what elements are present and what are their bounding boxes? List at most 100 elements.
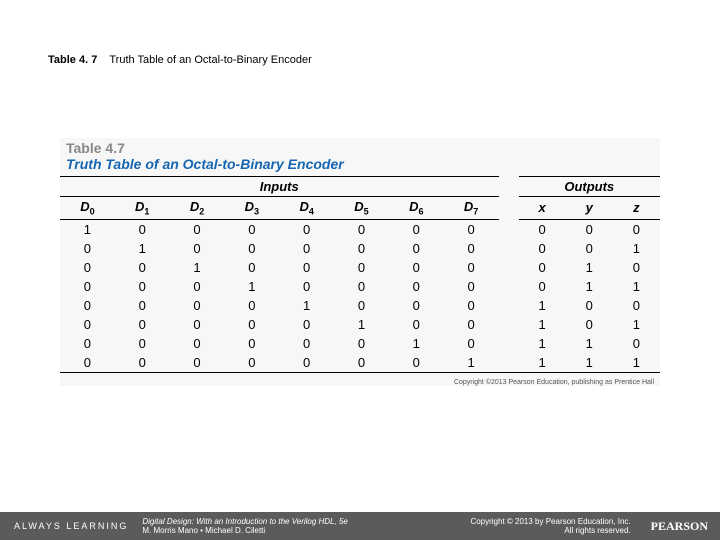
output-cell: 1 [613,239,660,258]
input-cell: 0 [334,277,389,296]
input-cell: 0 [224,315,279,334]
section-header-row: Inputs Outputs [60,177,660,197]
output-cell: 0 [613,219,660,239]
output-cell: 0 [566,239,613,258]
input-cell: 0 [444,219,499,239]
output-cell: 1 [519,296,566,315]
input-cell: 0 [279,315,334,334]
output-cell: 0 [519,239,566,258]
table-card: Table 4.7 Truth Table of an Octal-to-Bin… [60,138,660,386]
slide: Table 4. 7 Truth Table of an Octal-to-Bi… [0,0,720,540]
input-cell: 0 [334,239,389,258]
table-copyright: Copyright ©2013 Pearson Education, publi… [60,373,660,386]
input-cell: 0 [115,296,170,315]
input-cell: 1 [170,258,225,277]
input-cell: 0 [444,296,499,315]
input-cell: 0 [224,334,279,353]
col-gap [499,197,519,220]
input-cell: 0 [115,277,170,296]
input-cell: 1 [389,334,444,353]
output-cell: 0 [566,315,613,334]
col-d1: D1 [115,197,170,220]
input-cell: 0 [444,277,499,296]
input-cell: 0 [334,296,389,315]
input-cell: 0 [224,296,279,315]
input-cell: 0 [279,277,334,296]
book-title: Digital Design: With an Introduction to … [142,517,334,526]
output-cell: 1 [613,315,660,334]
input-cell: 0 [115,258,170,277]
input-cell: 0 [170,277,225,296]
table-row: 01000000001 [60,239,660,258]
input-cell: 0 [389,258,444,277]
row-gap [499,334,519,353]
input-cell: 0 [334,353,389,373]
table-row: 00000001111 [60,353,660,373]
input-cell: 0 [279,258,334,277]
table-title-text: Truth Table of an Octal-to-Binary Encode… [60,156,660,176]
table-row: 00000100101 [60,315,660,334]
input-cell: 1 [224,277,279,296]
output-cell: 1 [566,258,613,277]
pearson-logo: PEARSON [639,519,720,534]
outputs-header: Outputs [519,177,661,197]
input-cell: 0 [60,258,115,277]
output-cell: 0 [613,296,660,315]
output-cell: 1 [519,353,566,373]
input-cell: 0 [115,334,170,353]
input-cell: 1 [334,315,389,334]
input-cell: 0 [60,296,115,315]
input-cell: 0 [170,353,225,373]
output-cell: 0 [519,258,566,277]
input-cell: 0 [170,219,225,239]
input-cell: 0 [224,353,279,373]
inputs-header: Inputs [60,177,499,197]
input-cell: 0 [60,334,115,353]
input-cell: 0 [389,277,444,296]
output-cell: 0 [613,334,660,353]
col-d0: D0 [60,197,115,220]
input-cell: 0 [170,334,225,353]
output-cell: 1 [566,353,613,373]
output-cell: 1 [519,315,566,334]
input-cell: 0 [170,239,225,258]
row-gap [499,239,519,258]
output-cell: 0 [566,296,613,315]
output-cell: 1 [566,334,613,353]
table-row: 10000000000 [60,219,660,239]
col-z: z [613,197,660,220]
input-cell: 0 [389,239,444,258]
output-cell: 0 [613,258,660,277]
truth-table-body: 1000000000001000000001001000000100001000… [60,219,660,372]
col-y: y [566,197,613,220]
col-d2: D2 [170,197,225,220]
col-d7: D7 [444,197,499,220]
col-d3: D3 [224,197,279,220]
input-cell: 0 [444,239,499,258]
table-label: Table 4. 7 [48,54,97,66]
input-cell: 0 [60,315,115,334]
input-cell: 1 [115,239,170,258]
col-x: x [519,197,566,220]
input-cell: 0 [334,334,389,353]
header-gap [499,177,519,197]
input-cell: 0 [170,315,225,334]
input-cell: 1 [60,219,115,239]
input-cell: 0 [334,258,389,277]
input-cell: 0 [389,296,444,315]
row-gap [499,219,519,239]
input-cell: 0 [115,353,170,373]
output-cell: 0 [519,219,566,239]
input-cell: 0 [389,219,444,239]
book-citation: Digital Design: With an Introduction to … [142,517,470,535]
input-cell: 0 [444,334,499,353]
input-cell: 0 [389,315,444,334]
input-cell: 0 [279,239,334,258]
table-row: 00001000100 [60,296,660,315]
row-gap [499,315,519,334]
row-gap [499,277,519,296]
input-cell: 0 [115,315,170,334]
table-row: 00000010110 [60,334,660,353]
col-d5: D5 [334,197,389,220]
rights-line: All rights reserved. [564,526,630,535]
